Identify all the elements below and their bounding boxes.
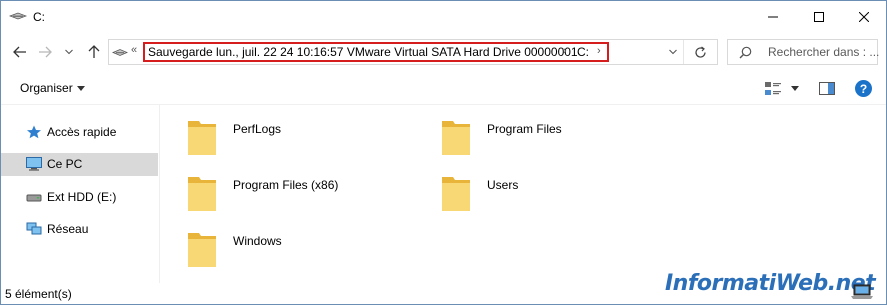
folder-icon [442,121,470,155]
item-label: Program Files [487,122,562,136]
sidebar-item-ext-hdd[interactable]: Ext HDD (E:) [1,186,158,209]
chevron-down-icon [65,49,73,55]
backup-drive-icon [112,49,128,56]
close-icon [859,11,869,22]
item-label: Program Files (x86) [233,178,339,192]
up-button[interactable] [84,42,104,62]
star-icon [27,125,41,139]
sidebar-item-label: Ce PC [47,157,83,171]
navigation-bar: « Sauvegarde lun., juil. 22 24 10:16:57 … [1,32,886,72]
title-bar: C: [1,1,886,32]
recent-locations-button[interactable] [59,42,79,62]
folder-icon [188,121,216,155]
file-list: PerfLogs Program Files Program Files (x8… [161,105,886,283]
chevron-down-icon [669,49,677,55]
search-box[interactable]: Rechercher dans : ... [727,39,880,65]
command-bar: Organiser ? [1,72,886,105]
sidebar-item-quick-access[interactable]: Accès rapide [1,121,158,144]
address-bar[interactable]: « Sauvegarde lun., juil. 22 24 10:16:57 … [108,39,718,65]
explorer-window: C: « Sauvegarde lun., juil. 22 24 10:16:… [0,0,887,305]
preview-pane-icon[interactable] [819,82,835,95]
folder-icon [442,177,470,211]
caret-down-icon [77,86,85,91]
help-button[interactable]: ? [855,80,872,97]
view-options-caret-icon[interactable] [791,86,799,91]
organise-menu-button[interactable]: Organiser [20,81,73,95]
maximize-icon [814,11,824,22]
folder-item-users[interactable]: Users [415,161,655,211]
sidebar-item-network[interactable]: Réseau [1,218,158,241]
folder-icon [188,233,216,267]
network-icon [26,222,42,235]
item-label: PerfLogs [233,122,282,136]
folder-item-perflogs[interactable]: PerfLogs [161,105,401,155]
refresh-icon [694,46,706,58]
forward-button[interactable] [35,42,55,62]
item-label: Users [487,178,519,192]
pane-divider [159,105,160,283]
address-dropdown-button[interactable] [665,45,681,59]
minimize-button[interactable] [750,1,796,32]
forward-arrow-icon [39,46,52,58]
laptop-icon [851,284,873,299]
folder-item-windows[interactable]: Windows [161,217,401,267]
site-watermark: InformatiWeb.net [665,271,876,296]
item-count: 5 élément(s) [5,287,72,301]
breadcrumb-separator[interactable]: › [563,45,567,57]
sidebar-item-this-pc[interactable]: Ce PC [1,153,158,176]
change-view-icon[interactable] [764,81,782,97]
backup-drive-icon [9,12,27,20]
breadcrumb-drive[interactable]: C: [577,45,589,59]
folder-item-program-files[interactable]: Program Files [415,105,655,155]
close-button[interactable] [841,1,887,32]
breadcrumb-backup[interactable]: Sauvegarde lun., juil. 22 24 10:16:57 VM… [148,45,578,59]
back-button[interactable] [10,42,30,62]
breadcrumb-separator[interactable]: › [597,45,601,57]
back-arrow-icon [13,46,26,58]
sidebar-item-label: Accès rapide [47,125,117,139]
refresh-button[interactable] [687,43,713,61]
sidebar-item-label: Ext HDD (E:) [47,190,117,204]
folder-item-program-files-x86[interactable]: Program Files (x86) [161,161,401,211]
navigation-pane: Accès rapide Ce PC Ext HDD (E:) Réseau [1,105,159,283]
search-placeholder: Rechercher dans : ... [768,45,880,59]
window-title: C: [33,10,45,24]
up-arrow-icon [88,45,100,58]
item-label: Windows [233,234,282,248]
breadcrumb-overflow[interactable]: « [131,44,137,56]
computer-icon [26,157,42,171]
search-icon [739,46,752,59]
sidebar-item-label: Réseau [47,222,89,236]
minimize-icon [768,16,778,17]
maximize-button[interactable] [796,1,842,32]
address-divider [683,40,684,64]
drive-icon [26,194,42,202]
folder-icon [188,177,216,211]
